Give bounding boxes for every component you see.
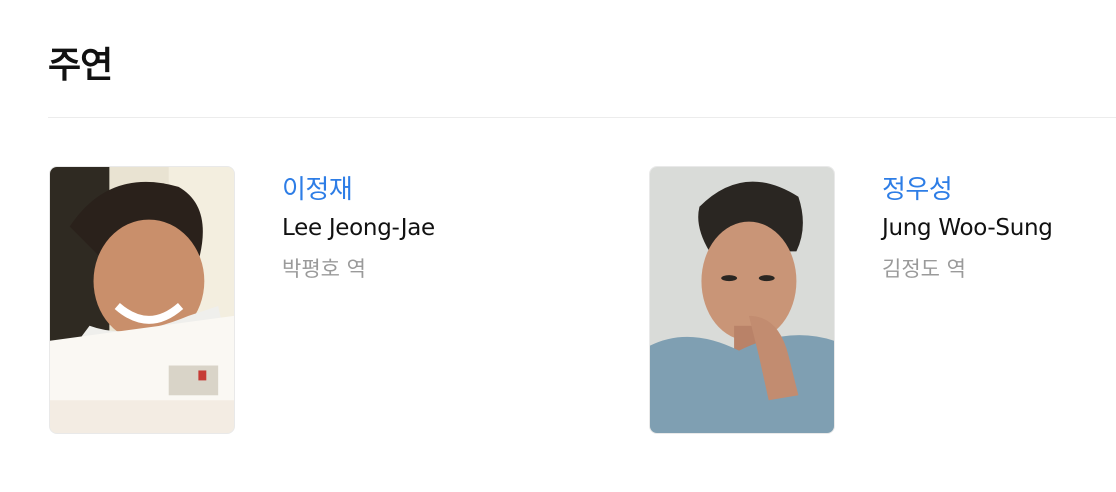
cast-english-name: Lee Jeong-Jae [282, 215, 435, 241]
cast-info: 이정재 Lee Jeong-Jae 박평호 역 [282, 172, 435, 284]
cast-card-jung-woo-sung[interactable]: 정우성 Jung Woo-Sung 김정도 역 [649, 166, 1109, 436]
cast-card-lee-jeong-jae[interactable]: 이정재 Lee Jeong-Jae 박평호 역 [49, 166, 509, 436]
cast-role: 박평호 역 [282, 257, 366, 281]
cast-korean-name-link[interactable]: 이정재 [282, 172, 435, 208]
section-title: 주연 [48, 45, 113, 86]
cast-role: 김정도 역 [882, 257, 966, 281]
cast-english-name: Jung Woo-Sung [882, 215, 1053, 241]
cast-photo-jung-woo-sung[interactable] [649, 166, 835, 434]
cast-photo-lee-jeong-jae[interactable] [49, 166, 235, 434]
cast-info: 정우성 Jung Woo-Sung 김정도 역 [882, 172, 1053, 284]
section-divider [48, 117, 1116, 118]
cast-korean-name-link[interactable]: 정우성 [882, 172, 1053, 208]
